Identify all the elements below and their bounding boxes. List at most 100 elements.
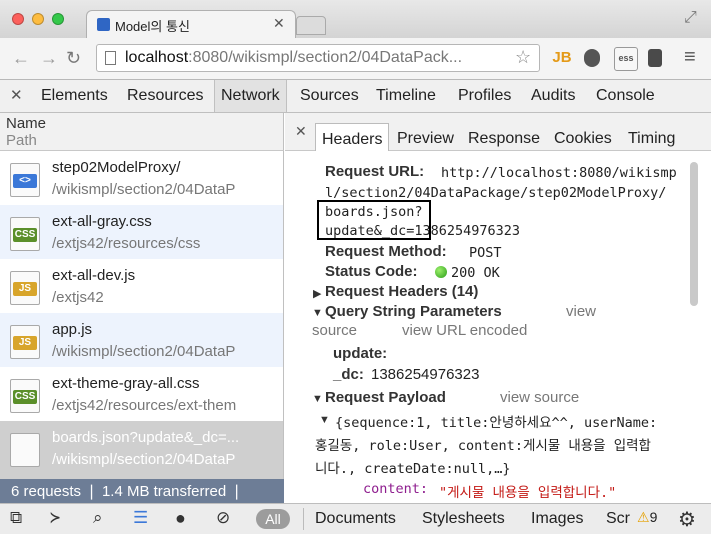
dock-icon[interactable]: ⧉: [10, 508, 22, 528]
request-path: /extjs42/resources/css: [52, 235, 201, 252]
warnings-counter[interactable]: ⚠9: [637, 509, 657, 526]
query-string-section[interactable]: Query String Parameters: [325, 303, 502, 320]
request-path: /wikismpl/section2/04DataP: [52, 451, 236, 468]
payload-line: 니다., createDate:null,…}: [315, 461, 511, 477]
tab-favicon-icon: [97, 18, 110, 31]
tab-console[interactable]: Console: [596, 87, 655, 105]
payload-view-source-link[interactable]: view source: [500, 389, 579, 406]
name-column-header[interactable]: Name: [6, 115, 46, 132]
url-host: localhost: [125, 49, 189, 66]
tab-timeline[interactable]: Timeline: [376, 87, 436, 105]
request-payload-section[interactable]: Request Payload: [325, 389, 446, 406]
view-source-link-wrap[interactable]: source: [312, 322, 357, 339]
tab-cookies[interactable]: Cookies: [554, 130, 612, 148]
tab-preview[interactable]: Preview: [397, 130, 454, 148]
tab-close-icon[interactable]: ✕: [273, 15, 285, 32]
view-source-link[interactable]: view: [566, 303, 596, 320]
request-url-label: Request URL:: [325, 163, 425, 180]
content-key: content:: [363, 481, 429, 497]
evernote-extension-icon[interactable]: [584, 49, 600, 67]
details-scrollbar[interactable]: [690, 162, 698, 306]
request-row[interactable]: <> step02ModelProxy/ /wikismpl/section2/…: [0, 151, 284, 205]
css-extension-icon[interactable]: ess: [614, 47, 638, 71]
request-url-line: l/section2/04DataPackage/step02ModelProx…: [325, 185, 667, 201]
request-path: /extjs42: [52, 289, 104, 306]
tab-headers[interactable]: Headers: [315, 123, 390, 151]
close-window-button[interactable]: [12, 13, 24, 25]
url-path: :8080/wikismpl/section2/04DataPack...: [188, 49, 463, 66]
address-bar[interactable]: localhost:8080/wikismpl/section2/04DataP…: [96, 44, 540, 72]
extension-icon[interactable]: [648, 49, 662, 67]
filter-images[interactable]: Images: [531, 510, 583, 528]
tab-sources[interactable]: Sources: [300, 87, 359, 105]
tab-network[interactable]: Network: [214, 80, 287, 112]
request-row[interactable]: JS app.js /wikismpl/section2/04DataP: [0, 313, 284, 367]
tab-timing[interactable]: Timing: [628, 130, 675, 148]
menu-icon[interactable]: ≡: [684, 46, 696, 69]
request-row[interactable]: CSS ext-theme-gray-all.css /extjs42/reso…: [0, 367, 284, 421]
filter-scripts[interactable]: Scr: [606, 510, 630, 528]
request-path: /wikismpl/section2/04DataP: [52, 181, 236, 198]
tab-audits[interactable]: Audits: [531, 87, 575, 105]
large-rows-icon[interactable]: ☰: [133, 508, 148, 528]
request-headers-section[interactable]: Request Headers (14): [325, 283, 478, 300]
request-row-selected[interactable]: boards.json?update&_dc=... /wikismpl/sec…: [0, 421, 284, 479]
clear-icon[interactable]: ⊘: [216, 508, 230, 528]
reload-icon[interactable]: ↻: [66, 48, 81, 69]
status-code-label: Status Code:: [325, 263, 418, 280]
request-method-value: POST: [469, 245, 502, 261]
minimize-window-button[interactable]: [32, 13, 44, 25]
details-close-icon[interactable]: ✕: [295, 123, 307, 140]
tab-elements[interactable]: Elements: [41, 87, 108, 105]
console-drawer-icon[interactable]: ≻: [50, 508, 60, 528]
collapse-triangle-icon[interactable]: ▼: [312, 307, 323, 319]
fullscreen-icon[interactable]: ⤢: [684, 9, 697, 27]
forward-arrow-icon[interactable]: →: [40, 48, 58, 69]
status-code-value: 200 OK: [451, 265, 500, 281]
jb-extension-icon[interactable]: JB: [551, 47, 573, 69]
search-icon[interactable]: ⌕: [93, 508, 103, 528]
request-row[interactable]: CSS ext-all-gray.css /extjs42/resources/…: [0, 205, 284, 259]
collapse-triangle-icon[interactable]: ▼: [312, 393, 323, 405]
status-code: 200 OK: [435, 265, 500, 281]
window-title-bar: Model의 통신 ✕ ⤢: [0, 0, 711, 38]
gear-icon[interactable]: ⚙: [678, 507, 696, 532]
param-dc-key: _dc:: [333, 366, 364, 383]
css-file-icon: CSS: [10, 379, 40, 413]
request-row[interactable]: JS ext-all-dev.js /extjs42: [0, 259, 284, 313]
param-dc-value: 1386254976323: [371, 366, 480, 383]
details-tab-bar: ✕ Headers Preview Response Cookies Timin…: [285, 113, 711, 151]
request-list-header[interactable]: Name Path: [0, 113, 284, 151]
network-summary: 6 requests ❘ 1.4 MB transferred ❘: [0, 479, 284, 503]
param-update-key: update:: [333, 345, 388, 362]
request-method-label: Request Method:: [325, 243, 447, 260]
zoom-window-button[interactable]: [52, 13, 64, 25]
filter-all-button[interactable]: All: [256, 509, 290, 529]
filter-documents[interactable]: Documents: [315, 510, 396, 528]
browser-tab[interactable]: Model의 통신 ✕: [86, 10, 296, 38]
bookmark-star-icon[interactable]: ☆: [515, 47, 531, 68]
css-file-icon: CSS: [10, 217, 40, 251]
collapse-triangle-icon[interactable]: ▼: [319, 414, 330, 426]
page-icon: [105, 51, 116, 65]
view-url-encoded-link[interactable]: view URL encoded: [402, 322, 527, 339]
tab-title: Model의 통신: [115, 19, 190, 34]
warnings-count: 9: [649, 509, 658, 525]
warning-icon: ⚠: [637, 509, 650, 525]
js-file-icon: JS: [10, 325, 40, 359]
url-text: localhost:8080/wikismpl/section2/04DataP…: [125, 49, 462, 67]
tab-response[interactable]: Response: [468, 130, 540, 148]
highlight-box: [317, 200, 431, 240]
record-icon[interactable]: ●: [175, 508, 186, 529]
path-column-header[interactable]: Path: [6, 132, 37, 149]
tab-profiles[interactable]: Profiles: [458, 87, 511, 105]
back-arrow-icon[interactable]: ←: [12, 48, 30, 69]
new-tab-button[interactable]: [296, 16, 326, 35]
filter-stylesheets[interactable]: Stylesheets: [422, 510, 505, 528]
request-name: step02ModelProxy/: [52, 159, 181, 176]
payload-line: 홍길동, role:User, content:게시물 내용을 입력합: [315, 438, 651, 454]
expand-triangle-icon[interactable]: ▶: [313, 287, 321, 300]
document-file-icon: [10, 433, 40, 467]
tab-resources[interactable]: Resources: [127, 87, 203, 105]
devtools-close-icon[interactable]: ✕: [10, 86, 23, 104]
